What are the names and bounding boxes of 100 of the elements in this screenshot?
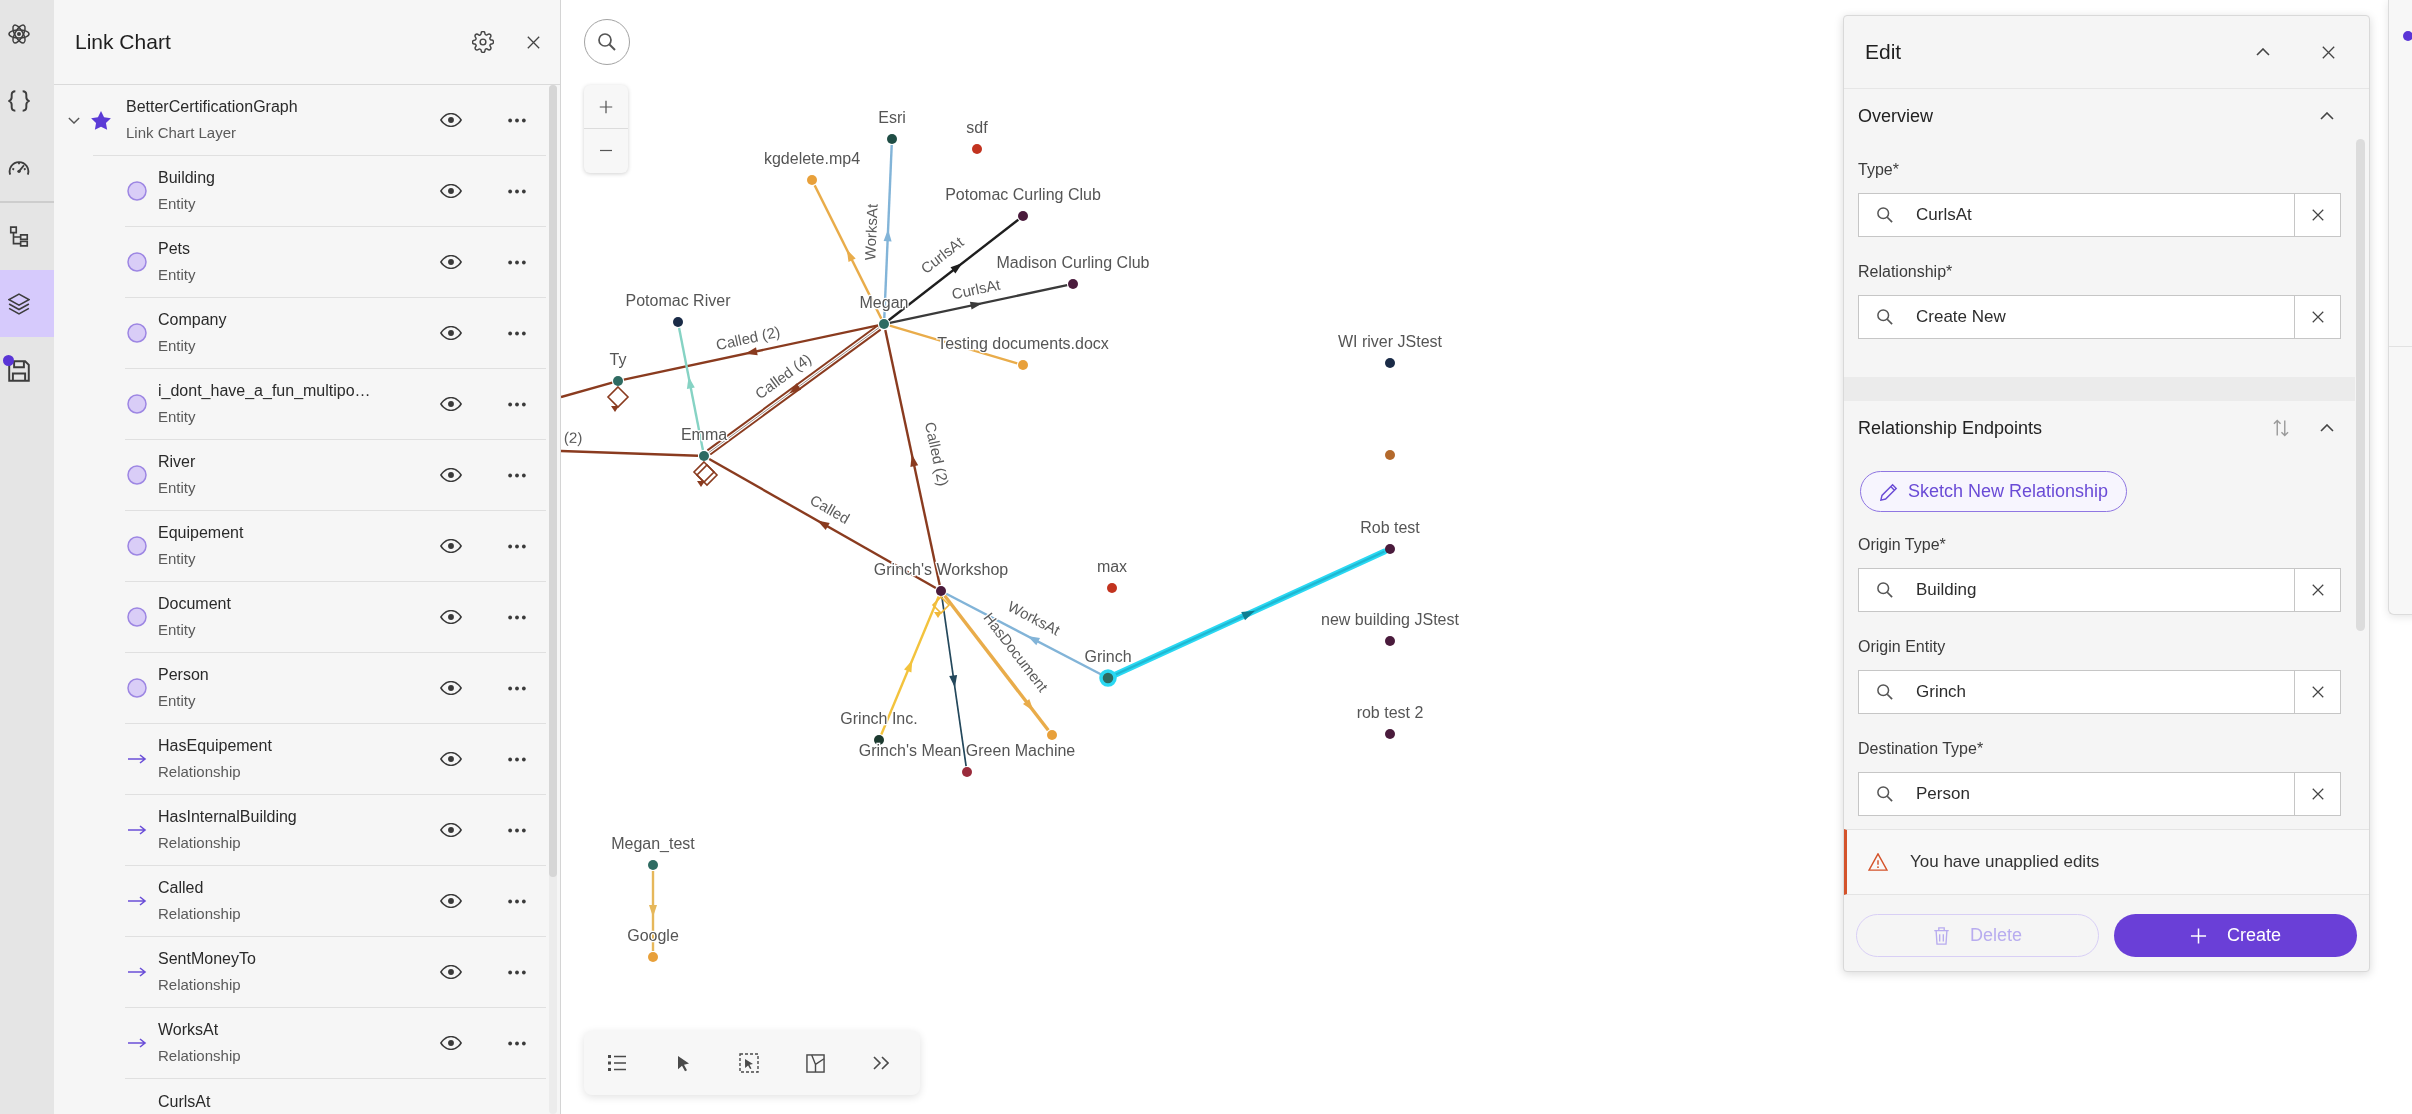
layer-list-item[interactable]: Pets Entity — [125, 227, 546, 298]
graph-node[interactable] — [1385, 544, 1395, 554]
combobox-field[interactable]: Grinch — [1858, 670, 2341, 714]
chevron-up-icon[interactable] — [2320, 111, 2334, 120]
layer-list-item[interactable]: Equipement Entity — [125, 511, 546, 582]
create-button[interactable]: Create — [2114, 914, 2357, 957]
graph-node[interactable] — [879, 319, 889, 329]
layer-list-item[interactable]: Building Entity — [125, 156, 546, 227]
self-loop-edge[interactable] — [606, 385, 630, 412]
graph-node[interactable] — [1018, 211, 1028, 221]
layer-list-item[interactable]: i_dont_have_a_fun_multipo… Entity — [125, 369, 546, 440]
scrollbar-thumb[interactable] — [2356, 139, 2365, 631]
eye-icon[interactable] — [440, 539, 462, 553]
more-options-icon[interactable] — [508, 330, 526, 336]
relationship-edge[interactable] — [561, 381, 613, 399]
eye-icon[interactable] — [440, 965, 462, 979]
eye-icon[interactable] — [440, 823, 462, 837]
combobox-input[interactable]: Create New — [1916, 296, 2294, 338]
eye-icon[interactable] — [440, 894, 462, 908]
cursor-icon[interactable] — [676, 1054, 690, 1072]
layer-list-item[interactable]: BetterCertificationGraph Link Chart Layer — [54, 85, 546, 155]
more-options-icon[interactable] — [508, 472, 526, 478]
eye-icon[interactable] — [440, 1036, 462, 1050]
graph-node[interactable] — [1047, 730, 1057, 740]
graph-node[interactable] — [936, 586, 946, 596]
sketch-button[interactable]: Sketch New Relationship — [1860, 471, 2128, 512]
graph-node[interactable] — [1385, 450, 1395, 460]
more-options-icon[interactable] — [508, 401, 526, 407]
graph-node[interactable] — [613, 376, 623, 386]
combobox-input[interactable]: Person — [1916, 773, 2294, 815]
more-options-icon[interactable] — [508, 898, 526, 904]
search-icon — [1877, 582, 1893, 598]
layer-list-item[interactable]: CurlsAt — [125, 1079, 546, 1114]
relationship-edge[interactable] — [561, 449, 699, 457]
layer-list-item[interactable]: HasEquipement Relationship — [125, 724, 546, 795]
combobox-field[interactable]: Person — [1858, 772, 2341, 816]
graph-node[interactable] — [1385, 729, 1395, 739]
combobox-field[interactable]: CurlsAt — [1858, 193, 2341, 237]
eye-icon[interactable] — [440, 468, 462, 482]
layer-list-item[interactable]: Person Entity — [125, 653, 546, 724]
double-chevron-icon[interactable] — [873, 1056, 889, 1070]
layer-list-item[interactable]: SentMoneyTo Relationship — [125, 937, 546, 1008]
close-icon[interactable] — [2322, 45, 2335, 59]
combobox-input[interactable]: CurlsAt — [1916, 194, 2294, 236]
more-options-icon[interactable] — [508, 827, 526, 833]
chevron-up-icon[interactable] — [2320, 423, 2334, 432]
eye-icon[interactable] — [440, 326, 462, 340]
more-options-icon[interactable] — [508, 685, 526, 691]
more-options-icon[interactable] — [508, 543, 526, 549]
eye-icon[interactable] — [440, 681, 462, 695]
swap-icon[interactable] — [2273, 418, 2289, 437]
more-options-icon[interactable] — [508, 969, 526, 975]
layer-list-item[interactable]: Called Relationship — [125, 866, 546, 937]
layer-list-item[interactable]: Company Entity — [125, 298, 546, 369]
box-select-icon[interactable] — [739, 1053, 759, 1073]
chevron-up-icon[interactable] — [2256, 48, 2270, 56]
close-icon[interactable] — [527, 35, 540, 49]
more-options-icon[interactable] — [508, 1040, 526, 1046]
more-options-icon[interactable] — [508, 188, 526, 194]
layer-list-item[interactable]: River Entity — [125, 440, 546, 511]
graph-node[interactable] — [1018, 360, 1028, 370]
graph-node[interactable] — [972, 144, 982, 154]
graph-node[interactable] — [1385, 358, 1395, 368]
graph-node[interactable] — [699, 451, 709, 461]
more-options-icon[interactable] — [508, 756, 526, 762]
scrollbar-thumb[interactable] — [549, 85, 557, 877]
graph-node[interactable] — [1385, 636, 1395, 646]
eye-icon[interactable] — [440, 255, 462, 269]
graph-node[interactable] — [648, 952, 658, 962]
frame-icon[interactable] — [805, 1053, 825, 1073]
graph-node[interactable] — [874, 735, 884, 745]
chevron-down-icon[interactable] — [68, 116, 80, 124]
graph-node[interactable] — [648, 860, 658, 870]
eye-icon[interactable] — [440, 752, 462, 766]
eye-icon[interactable] — [440, 184, 462, 198]
combobox-input[interactable]: Building — [1916, 569, 2294, 611]
search-button[interactable] — [584, 19, 630, 65]
graph-node[interactable] — [1099, 669, 1117, 687]
eye-icon[interactable] — [440, 610, 462, 624]
self-loop-edge[interactable] — [931, 595, 951, 618]
layer-list-item[interactable]: Document Entity — [125, 582, 546, 653]
settings-icon[interactable] — [472, 31, 494, 53]
list-icon[interactable] — [607, 1054, 627, 1072]
more-options-icon[interactable] — [508, 614, 526, 620]
more-options-icon[interactable] — [508, 117, 526, 123]
layer-list-item[interactable]: WorksAt Relationship — [125, 1008, 546, 1079]
graph-node[interactable] — [1068, 279, 1078, 289]
combobox-input[interactable]: Grinch — [1916, 671, 2294, 713]
graph-node[interactable] — [887, 134, 897, 144]
graph-node[interactable] — [962, 767, 972, 777]
eye-icon[interactable] — [440, 397, 462, 411]
combobox-field[interactable]: Create New — [1858, 295, 2341, 339]
eye-icon[interactable] — [440, 113, 462, 127]
layer-list-item[interactable]: HasInternalBuilding Relationship — [125, 795, 546, 866]
combobox-field[interactable]: Building — [1858, 568, 2341, 612]
graph-node[interactable] — [1107, 583, 1117, 593]
more-options-icon[interactable] — [508, 259, 526, 265]
self-loop-edge[interactable] — [692, 460, 719, 487]
graph-node[interactable] — [807, 175, 817, 185]
graph-node[interactable] — [673, 317, 683, 327]
